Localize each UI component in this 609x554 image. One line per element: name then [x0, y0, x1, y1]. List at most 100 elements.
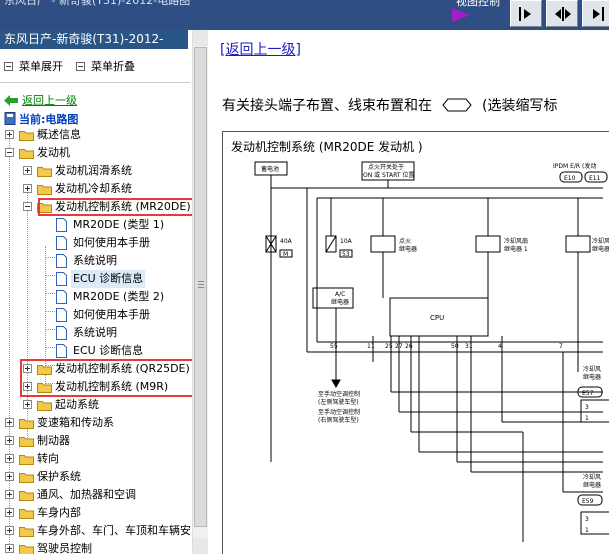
folder-icon	[37, 167, 52, 177]
tree-item-protection-system[interactable]: 保护系统	[0, 468, 190, 486]
end-button[interactable]	[582, 0, 609, 27]
return-link[interactable]: [返回上一级]	[220, 39, 301, 59]
ipdm-label: IPDM E/R (发动	[553, 162, 596, 170]
collapse-all-button[interactable]: 菜单折叠	[76, 58, 135, 74]
collapse-all-label: 菜单折叠	[91, 60, 135, 73]
next-button[interactable]	[510, 0, 542, 27]
terminal-11: 11	[367, 343, 375, 350]
tree-item-mr20de-type2[interactable]: MR20DE (类型 2)	[0, 288, 190, 306]
fuse-10a-label: 10A	[340, 238, 353, 245]
highlight-box	[20, 359, 192, 397]
tree-item-overview[interactable]: 概述信息	[0, 126, 190, 144]
tree-item-system-description-1[interactable]: 系统说明	[0, 252, 190, 270]
terminal-1b: 1	[585, 527, 589, 534]
battery-label: 蓄电池	[261, 165, 279, 173]
tree-item-steering[interactable]: 转向	[0, 450, 190, 468]
menu-expand-icon	[4, 62, 13, 71]
terminal-7: 7	[559, 343, 563, 350]
menu-collapse-icon	[76, 62, 85, 71]
menu-toggle-bar: 菜单展开 菜单折叠	[0, 56, 190, 74]
tree-item-label: 转向	[37, 452, 59, 465]
expand-plus-icon[interactable]	[5, 490, 14, 499]
terminal-26: 26	[405, 343, 413, 350]
tree-item-starting-system[interactable]: 起动系统	[0, 396, 190, 414]
expand-all-button[interactable]: 菜单展开	[4, 58, 63, 74]
document-icon	[56, 326, 67, 340]
back-arrow-icon	[4, 95, 18, 106]
expand-plus-icon[interactable]	[23, 184, 32, 193]
expand-plus-icon[interactable]	[5, 508, 14, 517]
terminal-3: 3	[585, 404, 589, 411]
tree-item-how-to-use-1[interactable]: 如何使用本手册	[0, 234, 190, 252]
tree-item-transmission[interactable]: 变速箱和传动系	[0, 414, 190, 432]
folder-icon	[19, 473, 34, 483]
scrollbar-thumb[interactable]	[194, 47, 207, 527]
terminal-3b: 3	[585, 516, 589, 523]
last-page-icon	[593, 7, 604, 21]
ignition-switch-label-2: ON 或 START 位置	[363, 171, 414, 179]
menu-tree: 概述信息 发动机 发动机润滑系统 发动机冷却系统 发动机控制系统 (MR20DE…	[0, 126, 192, 554]
view-control-arrow-icon[interactable]	[452, 8, 470, 22]
open-folder-icon	[19, 149, 34, 159]
left-navigation-panel: 东风日产-新奇骏(T31)-2012- 菜单展开 菜单折叠 返回上一级 当前:电…	[0, 30, 208, 554]
collapse-minus-icon[interactable]	[5, 148, 14, 157]
tree-item-ecu-diagnosis-1[interactable]: ECU 诊断信息	[0, 270, 190, 288]
document-icon	[56, 272, 67, 286]
fan-relay-right-label-3: 冷却风	[583, 473, 601, 481]
expand-plus-icon[interactable]	[5, 418, 14, 427]
tree-item-ecu-diagnosis-2[interactable]: ECU 诊断信息	[0, 342, 190, 360]
folder-icon	[19, 527, 34, 537]
tree-item-system-description-2[interactable]: 系统说明	[0, 324, 190, 342]
expand-plus-icon[interactable]	[23, 166, 32, 175]
tree-item-label: MR20DE (类型 1)	[73, 218, 165, 231]
brand-title: 东风日产-新奇骏(T31)-2012-	[0, 30, 188, 49]
note-3: 至手动空调控制	[318, 408, 360, 416]
expand-plus-icon[interactable]	[5, 472, 14, 481]
tree-item-label: 发动机冷却系统	[55, 182, 132, 195]
wiring-diagram: 发动机控制系统 (MR20DE 发动机 ) 蓄电池 点火开关处于 ON 或 ST…	[222, 131, 609, 554]
tree-item-brakes[interactable]: 制动器	[0, 432, 190, 450]
note-1: 至手动空调控制	[318, 390, 360, 398]
connector-e10: E10	[564, 175, 576, 182]
document-icon	[56, 308, 67, 322]
tree-item-hvac[interactable]: 通风、加热器和空调	[0, 486, 190, 504]
tree-item-body-exterior[interactable]: 车身外部、车门、车顶和车辆安	[0, 522, 190, 540]
tree-item-mr20de-type1[interactable]: MR20DE (类型 1)	[0, 216, 190, 234]
tree-item-label: 起动系统	[55, 398, 99, 411]
folder-icon	[19, 419, 34, 429]
fan-relay-1-label-2: 继电器 1	[504, 245, 528, 253]
expand-plus-icon[interactable]	[5, 544, 14, 553]
description-text: 有关接头端子布置、线束布置和在 (选装缩写标	[222, 95, 557, 115]
note-4: (右侧驾驶车型)	[318, 416, 359, 424]
tree-item-label: ECU 诊断信息	[73, 344, 144, 357]
ignition-relay-label-1: 点火	[399, 237, 411, 245]
tree-item-driver-controls[interactable]: 驾驶员控制	[0, 540, 190, 554]
tree-scrollbar[interactable]	[192, 30, 208, 554]
fuse-40a-label: 40A	[280, 238, 293, 245]
tree-item-how-to-use-2[interactable]: 如何使用本手册	[0, 306, 190, 324]
current-location-label: 当前:电路图	[19, 113, 79, 126]
expand-plus-icon[interactable]	[5, 454, 14, 463]
tree-item-label: 如何使用本手册	[73, 236, 150, 249]
wiring-diagram-drawing: 蓄电池 点火开关处于 ON 或 START 位置 IPDM E/R (发动 E1…	[254, 161, 609, 542]
scroll-down-arrow-icon[interactable]	[193, 538, 208, 554]
expand-all-label: 菜单展开	[19, 60, 63, 73]
tree-item-label: 发动机润滑系统	[55, 164, 132, 177]
expand-plus-icon[interactable]	[5, 526, 14, 535]
tree-item-engine[interactable]: 发动机	[0, 144, 190, 162]
tree-item-body-interior[interactable]: 车身内部	[0, 504, 190, 522]
first-last-button[interactable]	[546, 0, 578, 27]
top-toolbar: 东风日产 - 新奇骏(T31)-2012-电路图 视图控制	[0, 0, 609, 30]
expand-plus-icon[interactable]	[5, 130, 14, 139]
main-content: [返回上一级] 有关接头端子布置、线束布置和在 (选装缩写标 发动机控制系统 (M…	[209, 30, 609, 554]
tree-item-label: 概述信息	[37, 128, 81, 141]
expand-plus-icon[interactable]	[5, 436, 14, 445]
collapse-minus-icon[interactable]	[23, 202, 32, 211]
tree-item-label: 车身内部	[37, 506, 81, 519]
scroll-up-arrow-icon[interactable]	[193, 30, 208, 46]
fan-relay-right-label-2: 继电器	[583, 373, 601, 381]
tree-item-cooling[interactable]: 发动机冷却系统	[0, 180, 190, 198]
tree-item-lubrication[interactable]: 发动机润滑系统	[0, 162, 190, 180]
back-link[interactable]: 返回上一级	[4, 92, 77, 108]
expand-plus-icon[interactable]	[23, 400, 32, 409]
